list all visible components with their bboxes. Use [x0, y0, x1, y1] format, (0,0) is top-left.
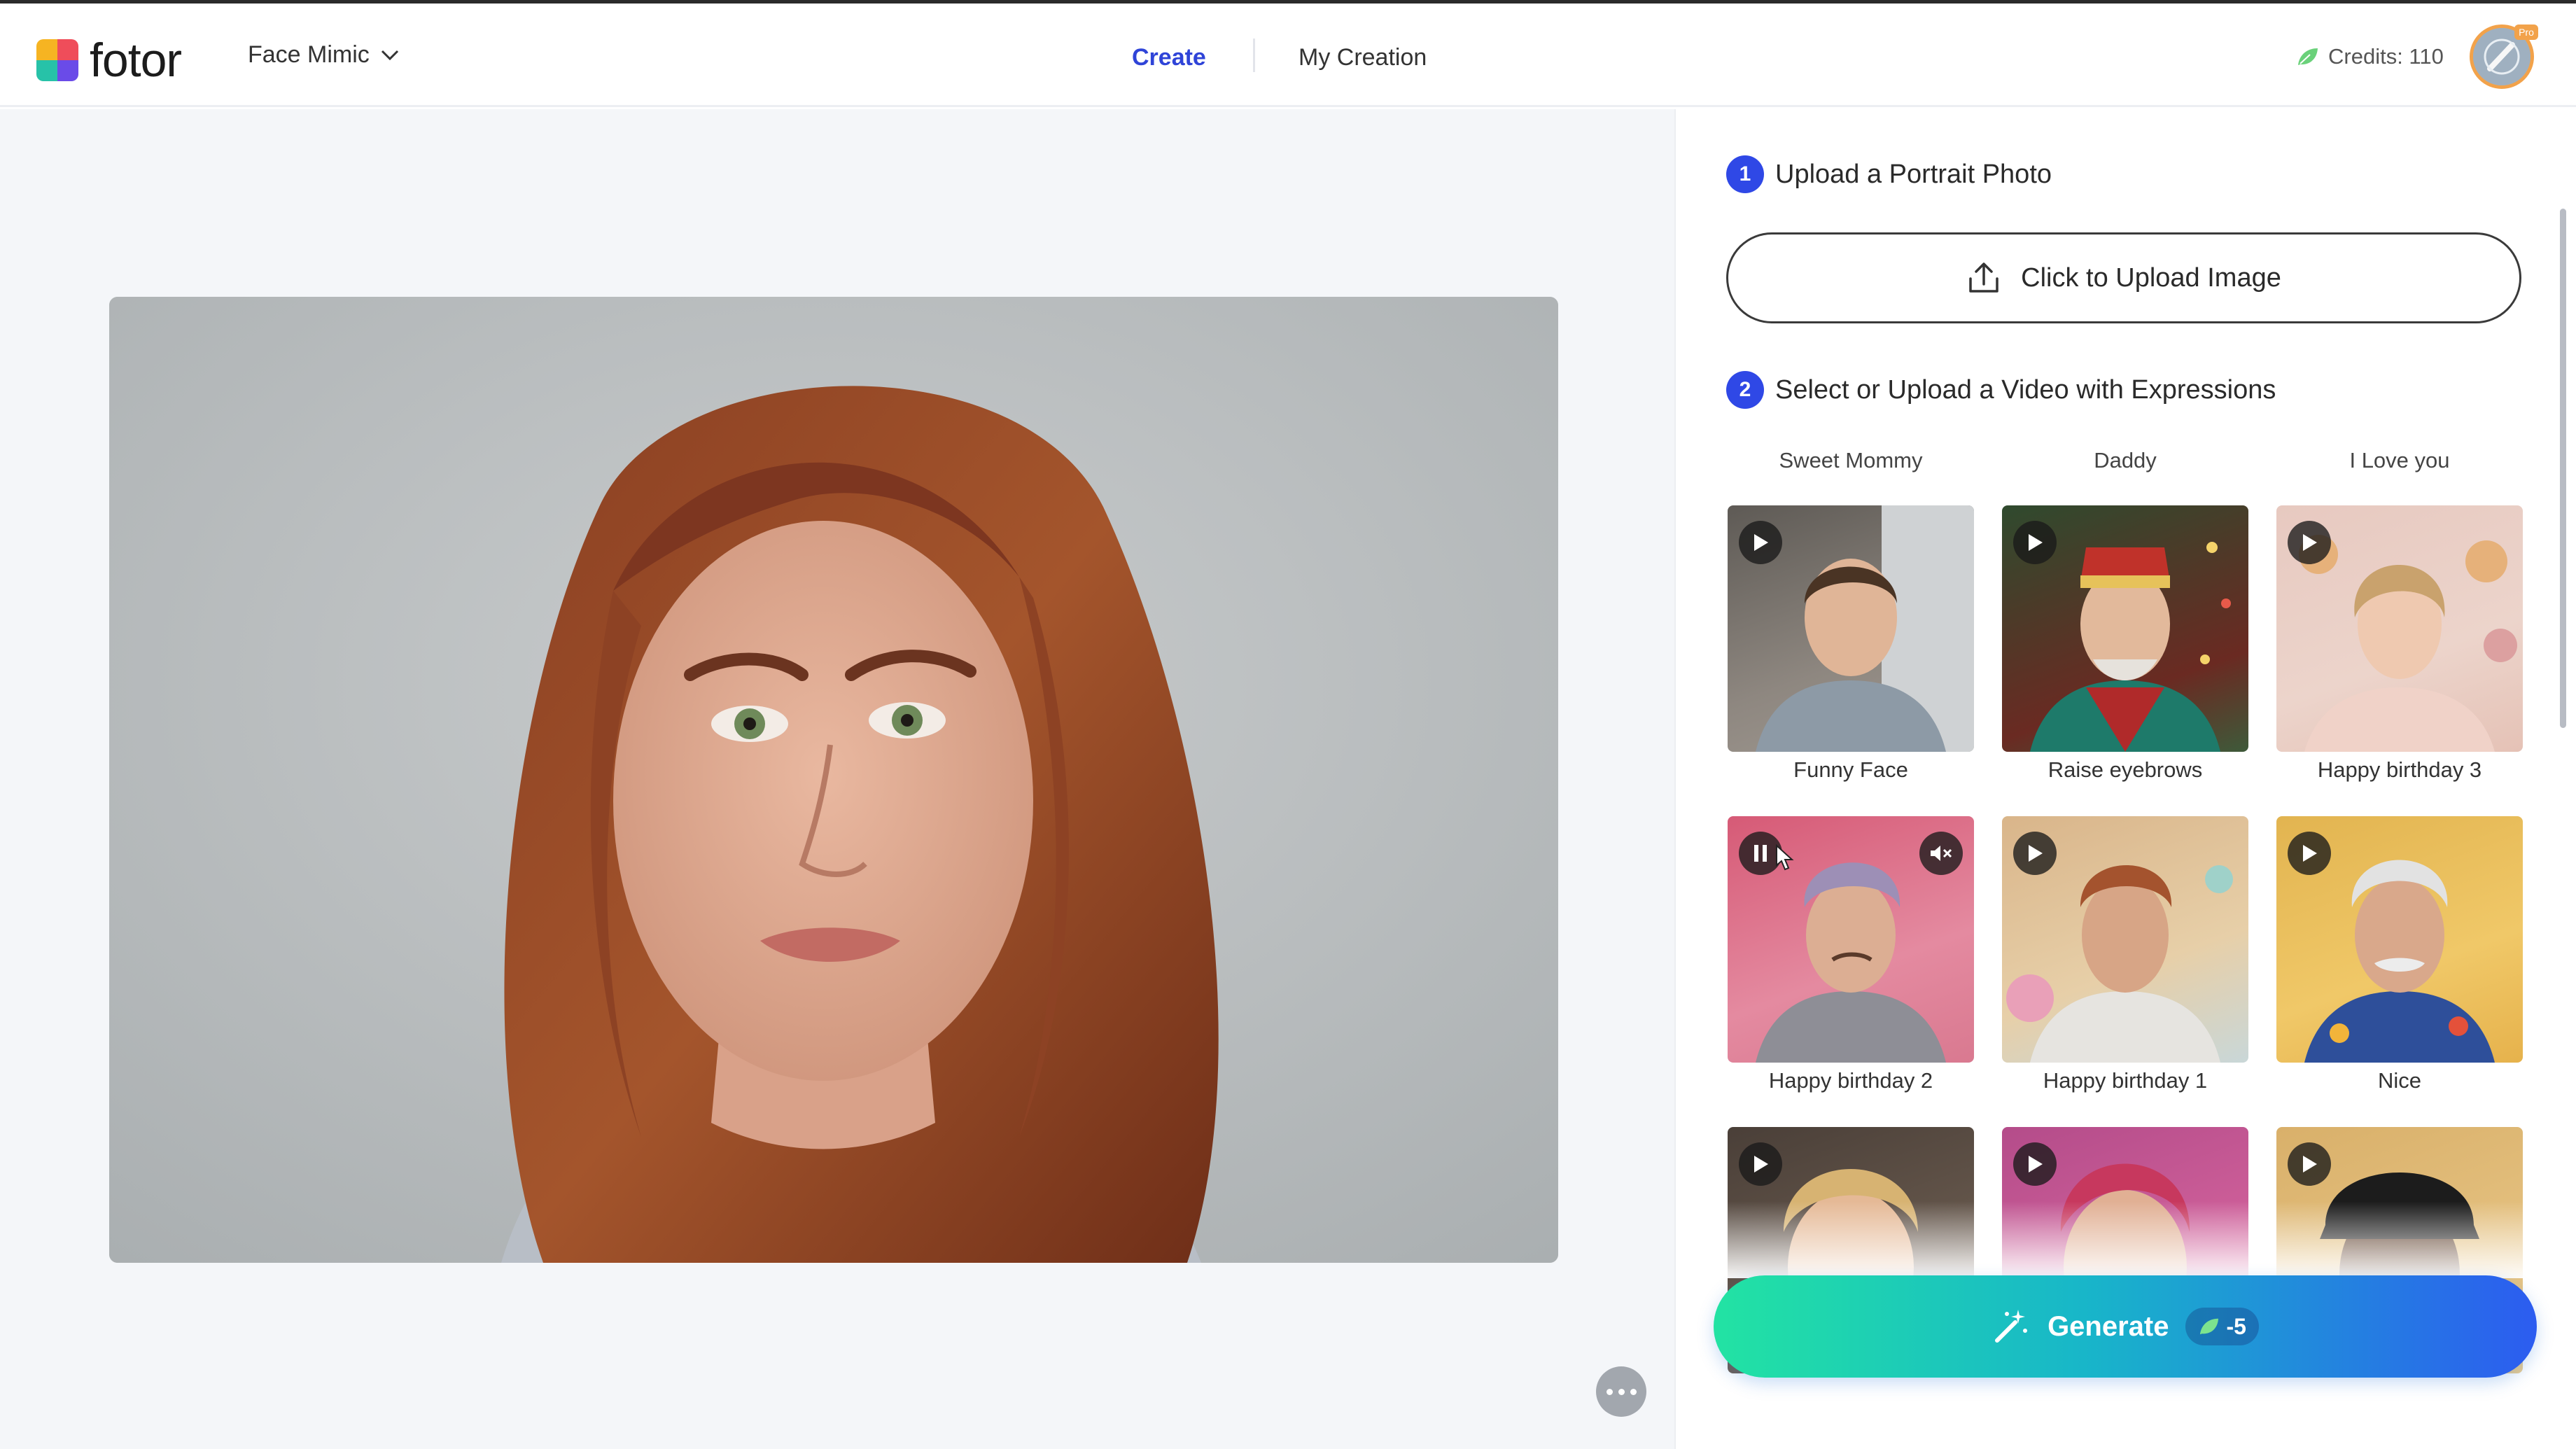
portrait-image — [109, 297, 1558, 1263]
play-icon — [2029, 534, 2043, 551]
dot-icon — [1630, 1388, 1637, 1395]
logo-text: fotor — [90, 34, 182, 87]
template-label-sweet-mommy[interactable]: Sweet Mommy — [1728, 448, 1974, 473]
play-icon — [2303, 1156, 2317, 1172]
template-label: Happy birthday 1 — [2043, 1068, 2208, 1093]
pause-icon — [1754, 845, 1767, 862]
template-label: Funny Face — [1793, 757, 1908, 782]
play-button[interactable] — [2288, 1142, 2331, 1186]
play-button[interactable] — [2013, 521, 2057, 564]
play-button[interactable] — [1739, 521, 1782, 564]
upload-icon — [1969, 262, 1998, 293]
step1-title: Upload a Portrait Photo — [1775, 159, 2052, 189]
upload-image-button[interactable]: Click to Upload Image — [1726, 232, 2521, 323]
step2-heading: 2 Select or Upload a Video with Expressi… — [1726, 371, 2276, 409]
template-funny-face[interactable] — [1728, 505, 1974, 752]
play-button[interactable] — [2013, 832, 2057, 875]
play-icon — [2029, 845, 2043, 862]
panel-scrollbar[interactable] — [2560, 209, 2566, 728]
mute-button[interactable] — [1919, 832, 1963, 875]
template-happy-birthday-1[interactable] — [2002, 816, 2248, 1063]
pro-badge: Pro — [2514, 24, 2538, 40]
app-header: fotor Face Mimic Create My Creation Cred… — [0, 4, 2576, 107]
template-label: Happy birthday 2 — [1768, 1068, 1933, 1093]
dot-icon — [1606, 1388, 1613, 1395]
settings-panel: 1 Upload a Portrait Photo Click to Uploa… — [1674, 109, 2576, 1449]
magic-wand-icon — [1995, 1310, 2028, 1343]
play-icon — [2303, 845, 2317, 862]
generate-label: Generate — [2047, 1310, 2169, 1342]
template-raise-eyebrows[interactable] — [2002, 505, 2248, 752]
play-button[interactable] — [2288, 832, 2331, 875]
tab-create[interactable]: Create — [1132, 44, 1206, 71]
list-fade-overlay — [1676, 1201, 2576, 1278]
play-icon — [2029, 1156, 2043, 1172]
leaf-icon — [2298, 48, 2318, 65]
uploaded-portrait-photo — [109, 297, 1558, 1263]
credit-cost-value: -5 — [2226, 1313, 2246, 1339]
template-happy-birthday-2[interactable] — [1728, 816, 1974, 1063]
leaf-icon — [2200, 1318, 2219, 1335]
play-icon — [2303, 534, 2317, 551]
speaker-muted-icon — [1931, 846, 1952, 861]
tool-selector-label: Face Mimic — [248, 41, 370, 68]
nav-divider — [1253, 38, 1255, 72]
step2-number-badge: 2 — [1726, 371, 1764, 409]
play-button[interactable] — [2288, 521, 2331, 564]
play-icon — [1754, 1156, 1768, 1172]
credits-indicator[interactable]: Credits: 110 — [2296, 44, 2444, 69]
tab-my-creation[interactable]: My Creation — [1298, 44, 1427, 71]
canvas-area — [0, 109, 1674, 1449]
fotor-logo-icon — [36, 39, 78, 81]
template-label-daddy[interactable]: Daddy — [2002, 448, 2248, 473]
dot-icon — [1618, 1388, 1625, 1395]
step1-heading: 1 Upload a Portrait Photo — [1726, 155, 2052, 193]
template-label-i-love-you[interactable]: I Love you — [2276, 448, 2523, 473]
tool-selector-dropdown[interactable]: Face Mimic — [248, 41, 399, 69]
credits-label: Credits: 110 — [2328, 44, 2444, 69]
template-label: Nice — [2377, 1068, 2421, 1093]
generate-button[interactable]: Generate -5 — [1714, 1275, 2537, 1378]
upload-image-label: Click to Upload Image — [2021, 262, 2281, 293]
template-happy-birthday-3[interactable] — [2276, 505, 2523, 752]
chevron-down-icon — [381, 50, 398, 60]
template-label: Raise eyebrows — [2047, 757, 2203, 782]
mouse-cursor-icon — [1776, 844, 1794, 871]
play-icon — [1754, 534, 1768, 551]
template-label: Happy birthday 3 — [2317, 757, 2482, 782]
step2-title: Select or Upload a Video with Expression… — [1775, 374, 2276, 405]
play-button[interactable] — [1739, 1142, 1782, 1186]
credit-cost-badge: -5 — [2185, 1308, 2259, 1345]
more-options-button[interactable] — [1596, 1366, 1646, 1417]
template-nice[interactable] — [2276, 816, 2523, 1063]
fotor-logo[interactable]: fotor — [36, 33, 182, 88]
play-button[interactable] — [2013, 1142, 2057, 1186]
step1-number-badge: 1 — [1726, 155, 1764, 193]
